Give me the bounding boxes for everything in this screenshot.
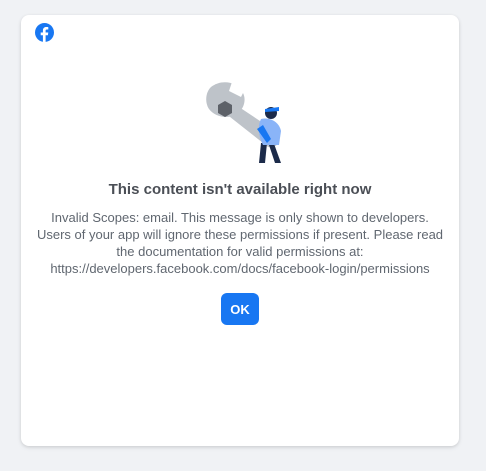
- dialog-message: Invalid Scopes: email. This message is o…: [36, 210, 444, 276]
- error-dialog: This content isn't available right now I…: [21, 15, 459, 446]
- facebook-icon: [35, 23, 54, 42]
- wrench-with-person-illustration: [206, 79, 281, 163]
- ok-button[interactable]: OK: [221, 293, 259, 325]
- dialog-title: This content isn't available right now: [108, 181, 372, 198]
